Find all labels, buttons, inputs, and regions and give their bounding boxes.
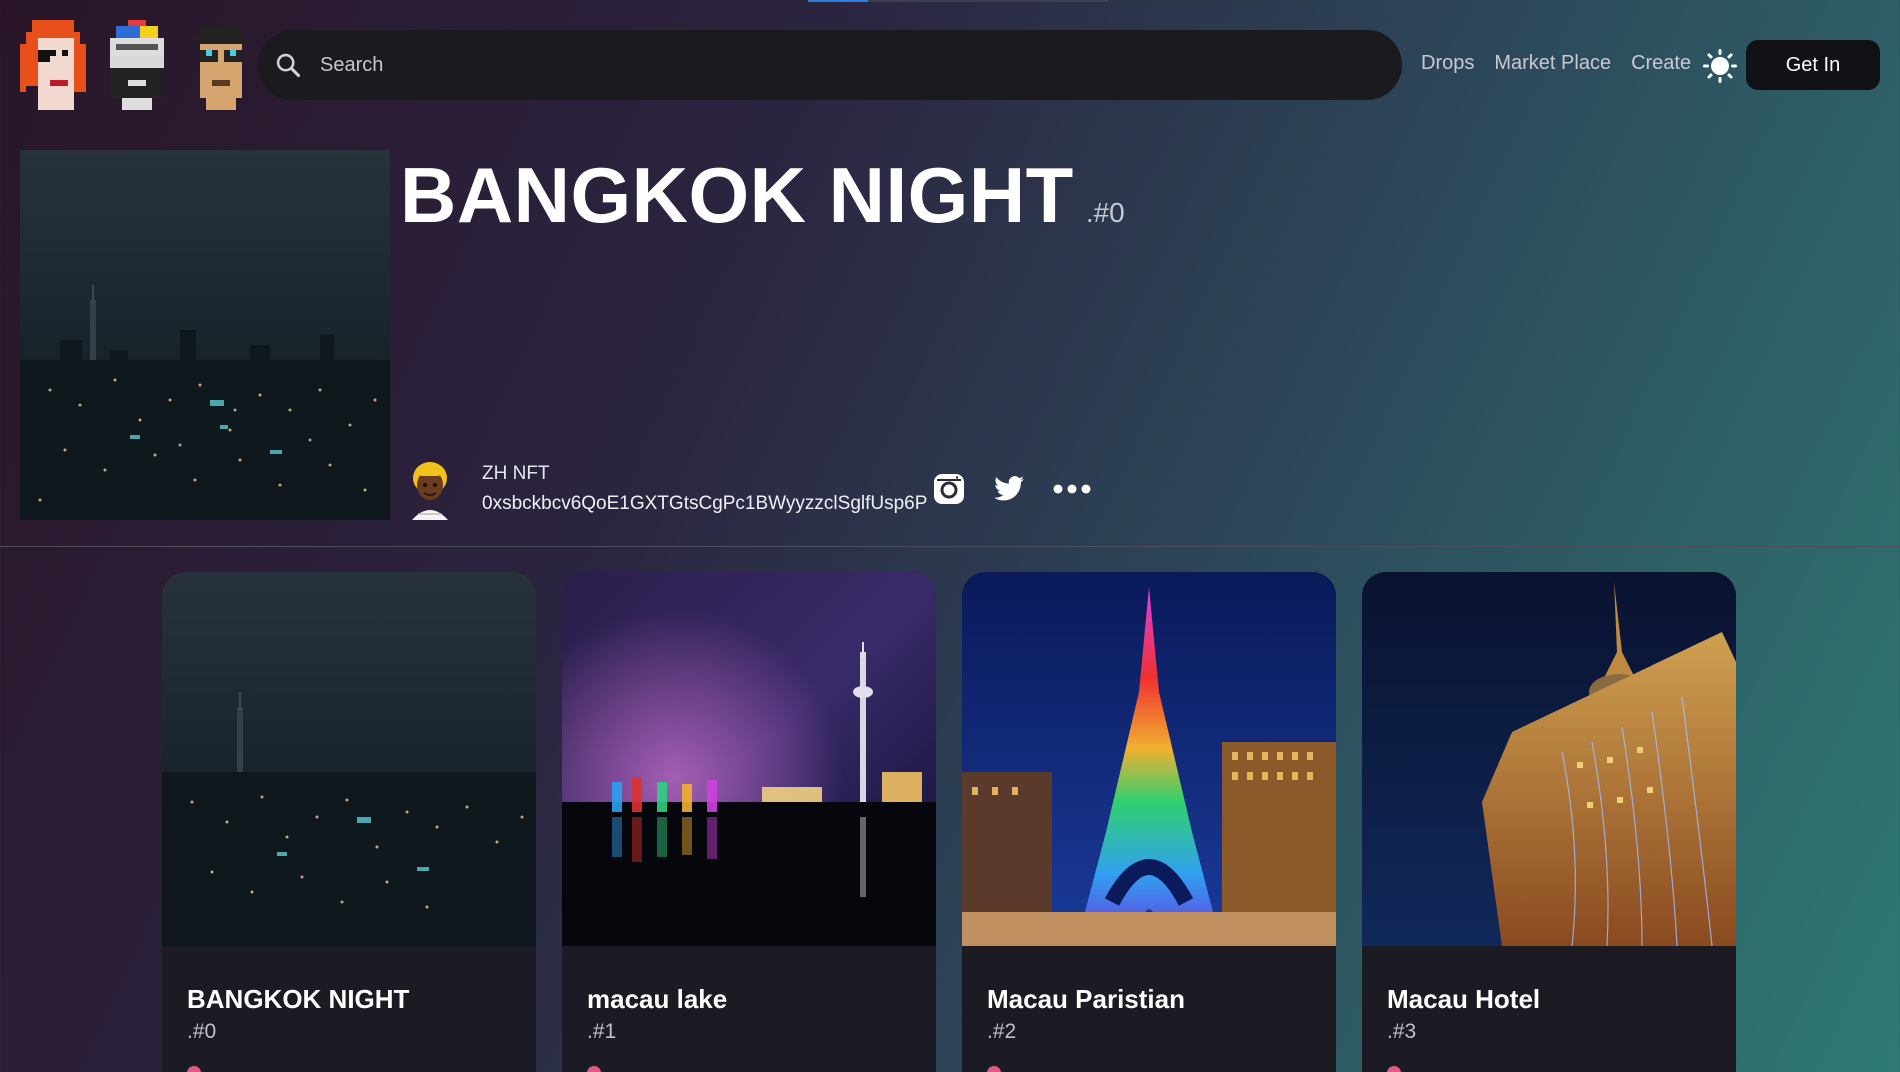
top-nav: Drops Market Place Create (1421, 52, 1691, 75)
logo-group[interactable] (20, 20, 254, 110)
nft-title: BANGKOK NIGHT (400, 151, 1074, 239)
nft-card[interactable]: Macau Paristian .#2 (962, 572, 1336, 1072)
nft-card[interactable]: Macau Hotel .#3 (1362, 572, 1736, 1072)
get-in-button[interactable]: Get In (1746, 40, 1880, 90)
header: Drops Market Place Create Get In (0, 0, 1900, 130)
twitter-icon[interactable] (992, 472, 1026, 506)
instagram-icon[interactable] (932, 472, 966, 506)
heart-icon[interactable] (1387, 1066, 1401, 1072)
sun-icon (1703, 49, 1737, 83)
search-input[interactable] (320, 53, 1220, 77)
owner-info[interactable]: ZH NFT 0xsbckbcv6QoE1GXTGtsCgPc1BWyyzzcl… (408, 458, 927, 520)
heart-icon[interactable] (987, 1066, 1001, 1072)
nav-drops[interactable]: Drops (1421, 52, 1474, 75)
more-icon[interactable] (1052, 483, 1092, 495)
nft-card-grid: BANGKOK NIGHT .#0 macau lake .#1 Macau P… (162, 572, 1736, 1072)
nft-card-name[interactable]: Macau Hotel (1387, 984, 1540, 1015)
nav-market-place[interactable]: Market Place (1494, 52, 1611, 75)
nft-token-id: .#0 (1085, 197, 1125, 228)
nft-card-token: .#0 (187, 1020, 217, 1043)
nft-card-token: .#1 (587, 1020, 617, 1043)
theme-toggle-button[interactable] (1703, 49, 1737, 83)
heart-icon[interactable] (587, 1066, 601, 1072)
nft-card[interactable]: BANGKOK NIGHT .#0 (162, 572, 536, 1072)
heart-icon[interactable] (187, 1066, 201, 1072)
nft-card-image[interactable] (162, 572, 536, 946)
section-divider (0, 546, 1900, 547)
owner-address[interactable]: 0xsbckbcv6QoE1GXTGtsCgPc1BWyyzzclSglfUsp… (482, 493, 927, 515)
hero-nft-image (20, 150, 390, 520)
owner-name[interactable]: ZH NFT (482, 463, 927, 485)
search-icon (276, 53, 301, 78)
nft-card[interactable]: macau lake .#1 (562, 572, 936, 1072)
nft-card-token: .#3 (1387, 1020, 1417, 1043)
nft-card-image[interactable] (962, 572, 1336, 946)
social-links (932, 472, 1092, 506)
nft-card-token: .#2 (987, 1020, 1017, 1043)
nft-card-image[interactable] (562, 572, 936, 946)
nft-card-name[interactable]: macau lake (587, 984, 727, 1015)
search-bar[interactable] (258, 30, 1402, 100)
punk-logo-2[interactable] (104, 20, 170, 110)
nft-title-block: BANGKOK NIGHT .#0 (400, 150, 1125, 241)
punk-logo-1[interactable] (20, 20, 86, 110)
nft-card-name[interactable]: Macau Paristian (987, 984, 1185, 1015)
nft-card-image[interactable] (1362, 572, 1736, 946)
nft-card-name[interactable]: BANGKOK NIGHT (187, 984, 409, 1015)
nav-create[interactable]: Create (1631, 52, 1691, 75)
owner-avatar[interactable] (408, 458, 452, 520)
punk-logo-3[interactable] (188, 20, 254, 110)
